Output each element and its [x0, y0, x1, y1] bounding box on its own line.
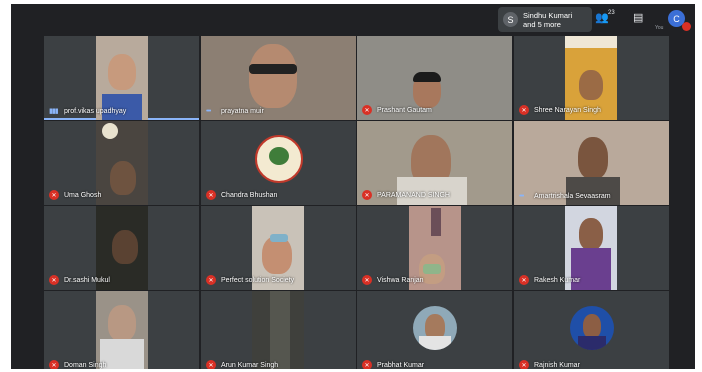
participant-name: Doman Singh	[64, 361, 107, 369]
more-icon: •••	[519, 193, 524, 200]
participant-name: Arun Kumar Singh	[221, 361, 279, 369]
mic-off-icon: ✕	[206, 275, 216, 285]
participant-name: Rakesh Kumar	[534, 276, 581, 284]
participant-name: prayatna muir	[221, 108, 264, 115]
participant-name: PARAMANAND SINGH	[377, 191, 450, 199]
participant-label: ✕ Dr.sashi Mukul	[49, 275, 110, 285]
participant-label: ✕ Uma Ghosh	[49, 190, 101, 200]
participant-label: ✕ Rakesh Kumar	[519, 275, 580, 285]
participant-name: Uma Ghosh	[64, 191, 102, 199]
participant-tile[interactable]: ✕ Rajnish Kumar	[514, 291, 669, 369]
participant-name: Prashant Gautam	[377, 106, 432, 114]
video-feed	[252, 291, 304, 369]
participant-tile[interactable]: ✕ Rakesh Kumar	[514, 206, 669, 290]
participant-tile[interactable]: ✕ Uma Ghosh	[44, 121, 199, 205]
mic-off-icon: ✕	[49, 275, 59, 285]
participant-tile[interactable]: ✕ PARAMANAND SINGH	[357, 121, 512, 205]
participant-name: Vishwa Ranjan	[377, 276, 424, 284]
participants-count: 23	[608, 10, 615, 16]
presenter-avatar: S	[503, 12, 518, 27]
participant-tile[interactable]: ✕ Prashant Gautam	[357, 36, 512, 120]
participant-tile[interactable]: ••• prayatna muir	[201, 36, 356, 120]
mic-off-icon: ✕	[362, 190, 372, 200]
participant-tile[interactable]: ✕ Doman Singh	[44, 291, 199, 369]
participant-name: Perfect solution Society	[221, 276, 295, 284]
participant-tile[interactable]: ✕ Chandra Bhushan	[201, 121, 356, 205]
more-icon: •••	[206, 108, 211, 115]
participant-name: Rajnish Kumar	[534, 361, 580, 369]
participant-tile[interactable]: ✕ Prabhat Kumar	[357, 291, 512, 369]
self-label: You	[655, 25, 664, 31]
mic-off-icon: ✕	[519, 360, 529, 369]
video-feed	[96, 121, 148, 205]
top-bar: S Sindhu Kumari and 5 more 👥 23 ▤ You C	[11, 4, 695, 36]
presenter-text: Sindhu Kumari and 5 more	[523, 11, 589, 29]
participant-label: ••• prayatna muir	[206, 108, 264, 115]
participant-label: ▮▮▮ prof.vikas upadhyay	[49, 107, 127, 116]
video-feed	[96, 291, 148, 369]
participant-label: ••• Amartrishala Sevaasram	[519, 193, 611, 200]
participant-label: ✕ Chandra Bhushan	[206, 190, 277, 200]
mic-off-icon: ✕	[362, 275, 372, 285]
self-mute-icon	[682, 22, 691, 31]
mic-off-icon: ✕	[362, 360, 372, 369]
participant-label: ✕ Prabhat Kumar	[362, 360, 424, 369]
mic-off-icon: ✕	[362, 105, 372, 115]
participant-label: ✕ PARAMANAND SINGH	[362, 190, 450, 200]
participant-tile[interactable]: ✕ Shree Narayan Singh	[514, 36, 669, 120]
presenter-name: Sindhu Kumari	[523, 10, 573, 20]
presenter-chip[interactable]: S Sindhu Kumari and 5 more	[498, 7, 592, 32]
participant-name: Shree Narayan Singh	[534, 106, 601, 114]
organization-logo	[255, 135, 303, 183]
participant-tile[interactable]: ✕ Arun Kumar Singh	[201, 291, 356, 369]
participant-label: ✕ Rajnish Kumar	[519, 360, 580, 369]
participant-tile[interactable]: ✕ Vishwa Ranjan	[357, 206, 512, 290]
presenter-more: and 5 more	[523, 19, 561, 29]
participant-name: Dr.sashi Mukul	[64, 276, 110, 284]
participant-name: prof.vikas upadhyay	[64, 107, 127, 115]
avatar	[413, 306, 457, 350]
participant-tile[interactable]: ✕ Dr.sashi Mukul	[44, 206, 199, 290]
meeting-window: S Sindhu Kumari and 5 more 👥 23 ▤ You C …	[11, 4, 695, 369]
participant-label: ✕ Vishwa Ranjan	[362, 275, 424, 285]
people-icon[interactable]: 👥	[595, 11, 609, 24]
participant-label: ✕ Arun Kumar Singh	[206, 360, 278, 369]
participant-tile[interactable]: ✕ Perfect solution Society	[201, 206, 356, 290]
mic-off-icon: ✕	[49, 190, 59, 200]
speaking-icon: ▮▮▮	[49, 108, 59, 115]
mic-off-icon: ✕	[206, 360, 216, 369]
participant-name: Chandra Bhushan	[221, 191, 278, 199]
mic-off-icon: ✕	[519, 275, 529, 285]
participant-label: ✕ Perfect solution Society	[206, 275, 294, 285]
participant-label: ✕ Shree Narayan Singh	[519, 105, 601, 115]
participant-tile[interactable]: ••• Amartrishala Sevaasram	[514, 121, 669, 205]
mic-off-icon: ✕	[206, 190, 216, 200]
participant-label: ✕ Prashant Gautam	[362, 105, 432, 115]
participant-label: ✕ Doman Singh	[49, 360, 106, 369]
avatar	[570, 306, 614, 350]
participant-name: Prabhat Kumar	[377, 361, 425, 369]
chat-icon[interactable]: ▤	[633, 11, 643, 24]
participant-name: Amartrishala Sevaasram	[534, 193, 611, 200]
mic-off-icon: ✕	[49, 360, 59, 369]
mic-off-icon: ✕	[519, 105, 529, 115]
participant-tile[interactable]: ▮▮▮ prof.vikas upadhyay	[44, 36, 199, 120]
